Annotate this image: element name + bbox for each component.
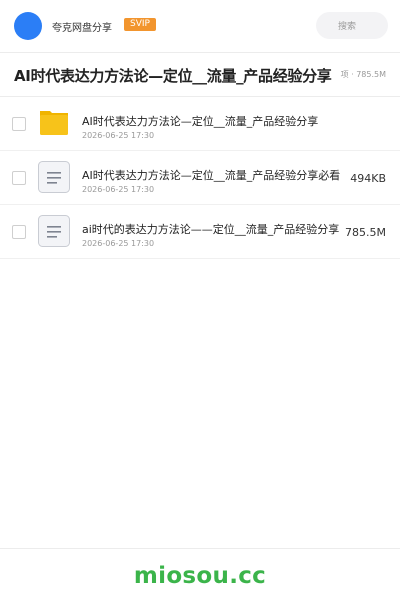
search-label: 搜索 (338, 22, 357, 32)
username-label: 夸克网盘分享 (52, 23, 112, 34)
share-title-row: AI时代表达力方法论—定位__流量_产品经验分享 项 · 785.5M (0, 52, 400, 97)
row-checkbox[interactable] (12, 117, 26, 131)
file-date: 2026-06-25 17:30 (82, 131, 155, 140)
file-row[interactable]: ai时代的表达力方法论——定位__流量_产品经验分享 2026-06-25 17… (0, 205, 400, 259)
user-avatar[interactable] (14, 12, 42, 40)
page-title: AI时代表达力方法论—定位__流量_产品经验分享 (14, 67, 332, 85)
share-meta: 项 · 785.5M (340, 70, 386, 79)
svip-badge: SVIP (124, 18, 156, 31)
file-size: 494KB (350, 172, 386, 185)
header-bar: 夸克网盘分享 SVIP 搜索 (0, 0, 400, 53)
footer: miosou.cc (0, 548, 400, 601)
document-icon (38, 161, 70, 193)
row-checkbox[interactable] (12, 225, 26, 239)
file-name[interactable]: AI时代表达力方法论—定位__流量_产品经验分享 (82, 113, 342, 129)
row-checkbox[interactable] (12, 171, 26, 185)
file-name[interactable]: AI时代表达力方法论—定位__流量_产品经验分享必看 (82, 167, 342, 183)
file-date: 2026-06-25 17:30 (82, 185, 155, 194)
file-size: 785.5M (345, 226, 386, 239)
document-icon (38, 215, 70, 247)
search-button[interactable]: 搜索 (316, 12, 388, 39)
file-row[interactable]: AI时代表达力方法论—定位__流量_产品经验分享 2026-06-25 17:3… (0, 97, 400, 151)
folder-icon (38, 107, 70, 139)
file-name[interactable]: ai时代的表达力方法论——定位__流量_产品经验分享 (82, 221, 342, 237)
brand-logo: miosou.cc (133, 563, 267, 589)
file-row[interactable]: AI时代表达力方法论—定位__流量_产品经验分享必看 2026-06-25 17… (0, 151, 400, 205)
file-date: 2026-06-25 17:30 (82, 239, 155, 248)
